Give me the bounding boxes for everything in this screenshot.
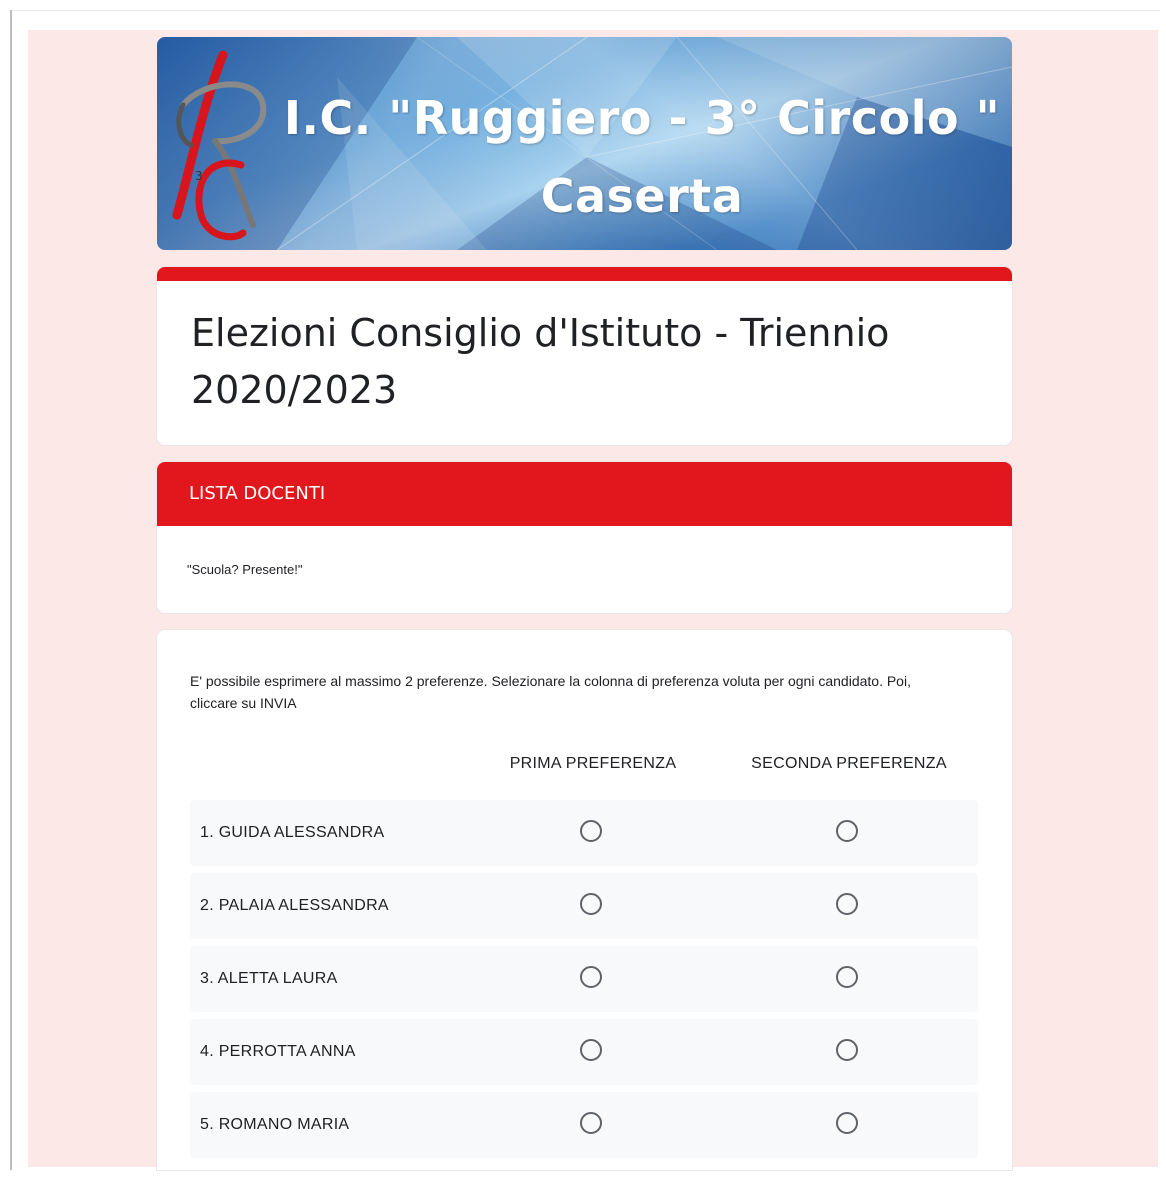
candidate-label: 5. ROMANO MARIA bbox=[200, 1116, 350, 1133]
radio-seconda-preferenza[interactable] bbox=[836, 893, 858, 915]
radio-seconda-preferenza[interactable] bbox=[836, 966, 858, 988]
candidate-label: 1. GUIDA ALESSANDRA bbox=[200, 824, 385, 841]
section-header: LISTA DOCENTI bbox=[157, 462, 1012, 526]
banner-title-line1: I.C. "Ruggiero - 3° Circolo " bbox=[283, 91, 1001, 145]
radio-prima-preferenza[interactable] bbox=[580, 1039, 602, 1061]
section-description: "Scuola? Presente!" bbox=[187, 562, 303, 577]
radio-prima-preferenza[interactable] bbox=[580, 966, 602, 988]
radio-prima-preferenza[interactable] bbox=[580, 893, 602, 915]
svg-text:3: 3 bbox=[195, 169, 203, 183]
candidate-grid: 1. GUIDA ALESSANDRA 2. PALAIA ALESSANDRA… bbox=[190, 800, 978, 1165]
candidate-label: 4. PERROTTA ANNA bbox=[200, 1043, 356, 1060]
banner-title: I.C. "Ruggiero - 3° Circolo " Caserta bbox=[277, 79, 1007, 235]
question-text: E' possibile esprimere al massimo 2 pref… bbox=[190, 673, 911, 711]
banner-title-line2: Caserta bbox=[540, 169, 744, 223]
window-top-border bbox=[10, 10, 1160, 11]
radio-seconda-preferenza[interactable] bbox=[836, 1039, 858, 1061]
radio-prima-preferenza[interactable] bbox=[580, 1112, 602, 1134]
radio-seconda-preferenza[interactable] bbox=[836, 820, 858, 842]
grid-row: 1. GUIDA ALESSANDRA bbox=[190, 800, 978, 866]
radio-prima-preferenza[interactable] bbox=[580, 820, 602, 842]
title-accent-bar bbox=[157, 267, 1012, 281]
section-card: LISTA DOCENTI "Scuola? Presente!" bbox=[157, 462, 1012, 613]
grid-row: 3. ALETTA LAURA bbox=[190, 946, 978, 1012]
candidate-label: 2. PALAIA ALESSANDRA bbox=[200, 897, 389, 914]
grid-row: 4. PERROTTA ANNA bbox=[190, 1019, 978, 1085]
window-left-border bbox=[10, 10, 12, 1170]
grid-row: 5. ROMANO MARIA bbox=[190, 1092, 978, 1158]
column-header-prima: PRIMA PREFERENZA bbox=[509, 755, 677, 772]
grid-row: 2. PALAIA ALESSANDRA bbox=[190, 873, 978, 939]
question-card: E' possibile esprimere al massimo 2 pref… bbox=[157, 630, 1012, 1170]
form-title: Elezioni Consiglio d'Istituto - Triennio… bbox=[191, 311, 890, 412]
column-header-seconda: SECONDA PREFERENZA bbox=[751, 755, 947, 772]
radio-seconda-preferenza[interactable] bbox=[836, 1112, 858, 1134]
candidate-label: 3. ALETTA LAURA bbox=[200, 970, 338, 987]
school-logo-icon: 3 bbox=[172, 50, 267, 241]
form-title-card: Elezioni Consiglio d'Istituto - Triennio… bbox=[157, 267, 1012, 445]
header-banner: 3 I.C. "Ruggiero - 3° Circolo " Caserta bbox=[157, 37, 1012, 250]
